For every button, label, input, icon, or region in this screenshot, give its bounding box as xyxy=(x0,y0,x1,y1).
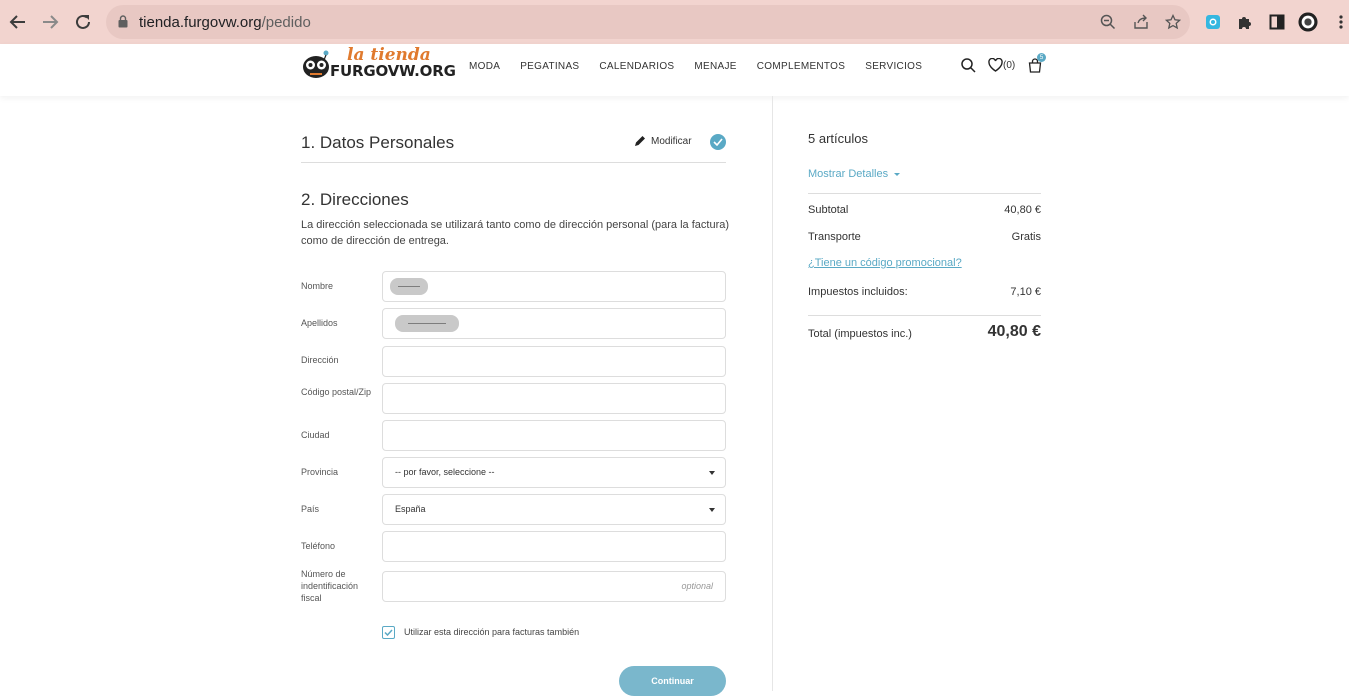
back-icon[interactable] xyxy=(6,10,30,34)
mascot-icon xyxy=(303,50,329,78)
telefono-input[interactable] xyxy=(382,531,726,562)
shipping-row: Transporte Gratis xyxy=(808,231,1041,243)
nav-item-servicios[interactable]: SERVICIOS xyxy=(865,61,922,72)
provincia-value: -- por favor, seleccione -- xyxy=(395,467,495,477)
nif-input[interactable]: optional xyxy=(382,571,726,602)
field-label-ciudad: Ciudad xyxy=(301,430,330,440)
direccion-input[interactable] xyxy=(382,346,726,377)
address-bar[interactable]: tienda.furgovw.org/pedido xyxy=(106,5,1190,39)
search-icon[interactable] xyxy=(961,55,976,75)
nav-item-moda[interactable]: MODA xyxy=(469,61,500,72)
step1-title: 1. Datos Personales xyxy=(301,133,455,152)
chevron-down-icon xyxy=(709,471,715,475)
step2-title: 2. Direcciones xyxy=(301,190,409,209)
continue-button[interactable]: Continuar xyxy=(619,666,726,696)
browser-toolbar: tienda.furgovw.org/pedido xyxy=(0,0,1349,44)
billing-checkbox-label[interactable]: Utilizar esta dirección para facturas ta… xyxy=(404,627,579,637)
field-label-pais: País xyxy=(301,504,320,514)
field-label-provincia: Provincia xyxy=(301,467,339,477)
logo-brand: FURGOVW.ORG xyxy=(330,62,456,80)
step-personal-data: 1. Datos Personales Modificar xyxy=(301,122,726,163)
billing-same-checkbox[interactable] xyxy=(382,626,395,639)
nav-item-calendarios[interactable]: CALENDARIOS xyxy=(599,61,674,72)
field-label-nif: Número de indentificación fiscal xyxy=(301,569,359,603)
redacted-value xyxy=(390,278,428,295)
codigo-postal-input[interactable] xyxy=(382,383,726,414)
pais-value: España xyxy=(395,504,426,514)
extension-icon[interactable] xyxy=(1203,12,1223,32)
heart-icon xyxy=(988,58,1003,72)
site-logo[interactable]: la tienda FURGOVW.ORG xyxy=(301,45,456,86)
promo-code-link[interactable]: ¿Tiene un código promocional? xyxy=(808,257,962,269)
field-label-telefono: Teléfono xyxy=(301,541,336,551)
nav-item-pegatinas[interactable]: PEGATINAS xyxy=(520,61,579,72)
nav-item-menaje[interactable]: MENAJE xyxy=(694,61,736,72)
main-nav: MODA PEGATINAS CALENDARIOS MENAJE COMPLE… xyxy=(469,61,942,72)
url-host: tienda.furgovw.org xyxy=(139,14,262,31)
url-text: tienda.furgovw.org/pedido xyxy=(139,14,311,31)
pais-select[interactable]: España xyxy=(382,494,726,525)
subtotal-label: Subtotal xyxy=(808,204,849,216)
forward-icon[interactable] xyxy=(38,10,62,34)
puzzle-icon[interactable] xyxy=(1235,12,1255,32)
summary-divider xyxy=(808,315,1041,316)
pencil-icon xyxy=(635,136,645,146)
ciudad-input[interactable] xyxy=(382,420,726,451)
field-label-codigo-postal: Código postal/Zip xyxy=(301,387,372,397)
chevron-down-icon xyxy=(709,508,715,512)
caret-down-icon xyxy=(894,172,901,176)
total-value: 40,80 € xyxy=(987,323,1041,340)
share-icon[interactable] xyxy=(1131,12,1151,32)
column-divider xyxy=(772,96,773,691)
modify-label: Modificar xyxy=(651,135,692,147)
wishlist-count: (0) xyxy=(1003,59,1016,71)
bookmark-star-icon[interactable] xyxy=(1163,12,1183,32)
profile-avatar[interactable] xyxy=(1298,12,1318,32)
taxes-value: 7,10 € xyxy=(1010,286,1041,298)
address-description: La dirección seleccionada se utilizará t… xyxy=(301,219,730,247)
shipping-label: Transporte xyxy=(808,231,861,243)
shipping-value: Gratis xyxy=(1011,231,1041,243)
cart-count-badge: 5 xyxy=(1037,53,1046,62)
reload-icon[interactable] xyxy=(71,10,95,34)
wishlist-button[interactable]: (0) xyxy=(988,55,1015,75)
provincia-select[interactable]: -- por favor, seleccione -- xyxy=(382,457,726,488)
step-complete-check-icon xyxy=(710,134,726,150)
zoom-icon[interactable] xyxy=(1098,12,1118,32)
sidepanel-icon[interactable] xyxy=(1267,12,1287,32)
summary-divider xyxy=(808,193,1041,194)
field-label-nombre: Nombre xyxy=(301,281,334,291)
redacted-value xyxy=(395,315,459,332)
subtotal-row: Subtotal 40,80 € xyxy=(808,204,1041,216)
cart-items-count: 5 artículos xyxy=(808,131,868,146)
lock-icon xyxy=(118,15,128,28)
url-path: /pedido xyxy=(261,14,311,31)
nav-item-complementos[interactable]: COMPLEMENTOS xyxy=(757,61,845,72)
show-details-label: Mostrar Detalles xyxy=(808,168,889,180)
menu-kebab-icon[interactable] xyxy=(1331,12,1349,32)
field-label-apellidos: Apellidos xyxy=(301,318,338,328)
site-header: la tienda FURGOVW.ORG MODA PEGATINAS CAL… xyxy=(0,44,1349,96)
apellidos-input[interactable] xyxy=(382,308,726,339)
subtotal-value: 40,80 € xyxy=(1004,204,1041,216)
nombre-input[interactable] xyxy=(382,271,726,302)
show-details-toggle[interactable]: Mostrar Detalles xyxy=(808,168,901,180)
taxes-label: Impuestos incluidos: xyxy=(808,286,908,298)
taxes-row: Impuestos incluidos: 7,10 € xyxy=(808,286,1041,298)
field-label-direccion: Dirección xyxy=(301,355,339,365)
modify-button[interactable]: Modificar xyxy=(634,135,692,147)
total-label: Total (impuestos inc.) xyxy=(808,328,912,340)
nif-placeholder: optional xyxy=(681,581,713,591)
checkmark-icon xyxy=(384,629,393,636)
